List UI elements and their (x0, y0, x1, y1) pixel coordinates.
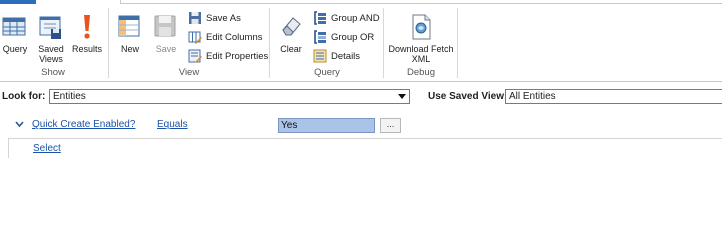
clear-button[interactable]: Clear (277, 6, 305, 54)
condition-operator-link[interactable]: Equals (157, 119, 188, 130)
edit-columns-label: Edit Columns (206, 31, 263, 43)
active-tab-indicator (0, 0, 36, 4)
saved-views-label: Saved Views (38, 44, 64, 64)
ribbon: Query Saved Views Results Show New Save … (0, 0, 722, 82)
group-divider (383, 8, 384, 78)
clear-label: Clear (280, 44, 302, 54)
new-label: New (120, 44, 139, 54)
group-or-button[interactable]: Group OR (313, 28, 374, 46)
group-or-icon (313, 30, 327, 44)
debug-group: Download Fetch XML Debug (385, 6, 457, 82)
group-divider (457, 8, 458, 78)
group-and-label: Group AND (331, 12, 380, 24)
new-button[interactable]: New (116, 6, 144, 54)
query-group: Clear Group AND Group OR Details Query (271, 6, 383, 82)
group-divider (108, 8, 109, 78)
view-group: New Save Save As Edit Columns Edit Prope… (110, 6, 268, 82)
group-and-icon (313, 11, 327, 25)
query-group-label: Query (314, 67, 340, 78)
floppy-disk-icon (153, 12, 179, 42)
group-or-label: Group OR (331, 31, 375, 43)
condition-field-link[interactable]: Quick Create Enabled? (32, 119, 135, 130)
query-label: Query (2, 44, 28, 54)
new-table-icon (117, 12, 143, 42)
lookup-ellipsis-button[interactable]: ... (380, 118, 401, 133)
saved-views-button[interactable]: Saved Views (34, 6, 68, 64)
save-as-icon (188, 11, 202, 25)
query-icon (2, 12, 28, 42)
look-for-select[interactable]: Entities (49, 89, 410, 104)
look-for-label: Look for: (2, 91, 46, 102)
ribbon-top-border (120, 0, 722, 4)
debug-group-label: Debug (407, 67, 435, 78)
dropdown-arrow-icon (398, 94, 406, 99)
show-group-label: Show (41, 67, 65, 78)
group-divider (269, 8, 270, 78)
saved-view-select[interactable]: All Entities (505, 89, 722, 104)
show-group: Query Saved Views Results Show (0, 6, 106, 82)
xml-document-icon (408, 12, 434, 42)
save-as-label: Save As (206, 12, 241, 24)
look-for-value: Entities (53, 91, 86, 102)
results-label: Results (71, 44, 102, 54)
details-button[interactable]: Details (313, 47, 360, 65)
save-button[interactable]: Save (152, 6, 180, 54)
eraser-icon (278, 12, 304, 42)
condition-row: Quick Create Enabled? Equals Yes ... (0, 116, 722, 136)
download-fetch-xml-button[interactable]: Download Fetch XML (387, 6, 455, 64)
save-as-button[interactable]: Save As (188, 9, 241, 27)
expand-chevron-icon[interactable] (15, 120, 24, 131)
exclamation-icon (74, 12, 100, 42)
edit-columns-icon (188, 30, 202, 44)
condition-value-input[interactable]: Yes (278, 118, 375, 133)
group-and-button[interactable]: Group AND (313, 9, 380, 27)
select-field-link[interactable]: Select (33, 143, 61, 154)
edit-properties-icon (188, 49, 202, 63)
saved-view-label: Use Saved View: (428, 91, 508, 102)
edit-columns-button[interactable]: Edit Columns (188, 28, 263, 46)
details-icon (313, 49, 327, 63)
download-fetch-xml-label: Download Fetch XML (388, 44, 454, 64)
condition-value: Yes (281, 120, 298, 131)
results-button[interactable]: Results (70, 6, 104, 54)
query-button[interactable]: Query (0, 6, 30, 54)
look-for-row: Look for: Entities Use Saved View: All E… (0, 89, 722, 105)
add-condition-row: Select (8, 138, 722, 158)
edit-properties-button[interactable]: Edit Properties (188, 47, 268, 65)
details-label: Details (331, 50, 361, 62)
save-label: Save (155, 44, 177, 54)
edit-properties-label: Edit Properties (206, 50, 269, 62)
saved-views-icon (38, 12, 64, 42)
saved-view-value: All Entities (509, 91, 556, 102)
view-group-label: View (178, 67, 200, 78)
